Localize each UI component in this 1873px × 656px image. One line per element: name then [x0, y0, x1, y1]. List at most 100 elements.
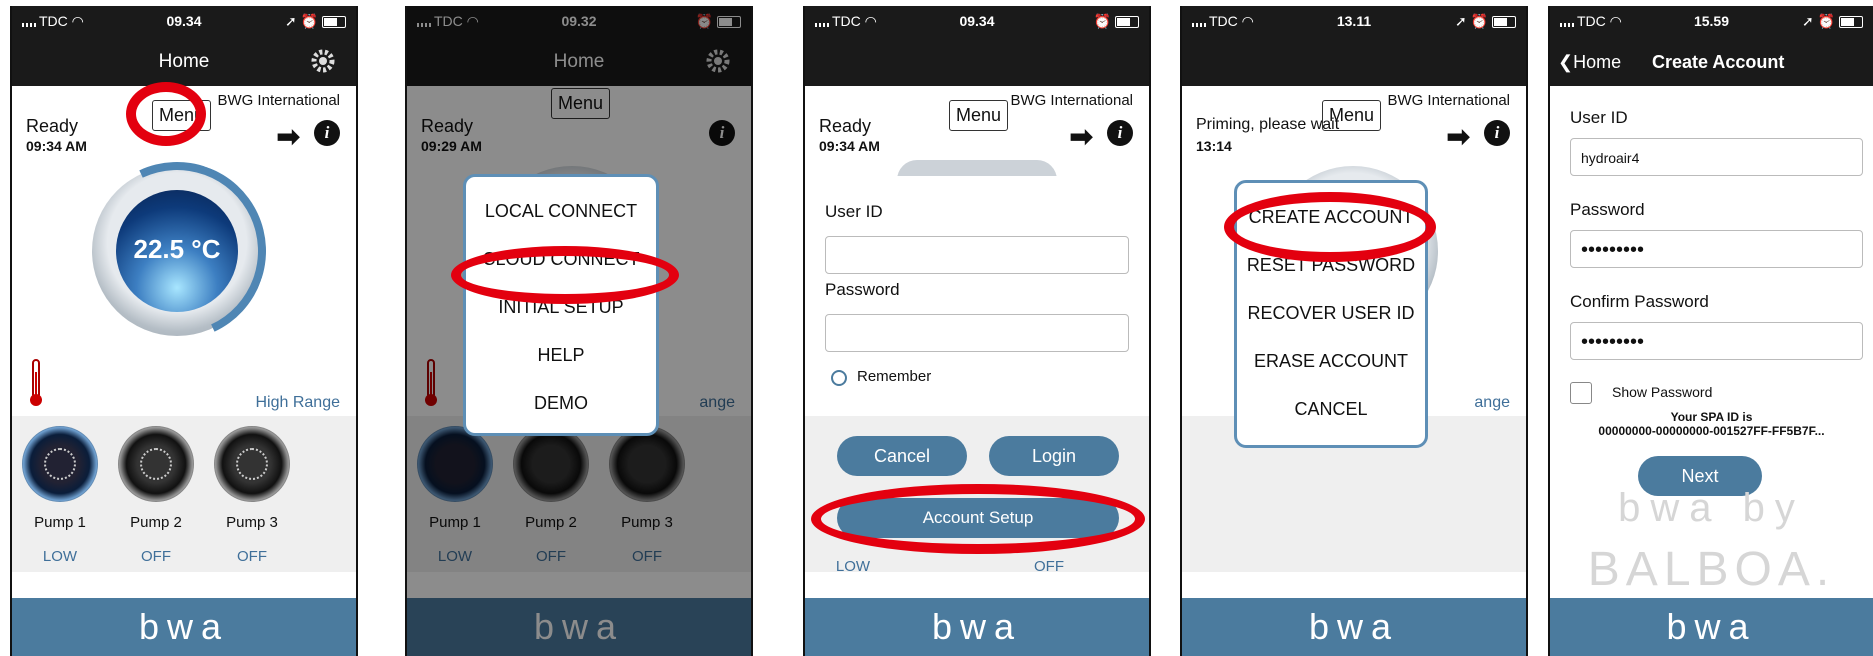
remember-radio[interactable]: [831, 370, 847, 386]
fan-icon: [44, 448, 76, 480]
fan-icon: [236, 448, 268, 480]
menu-item-help[interactable]: HELP: [466, 345, 656, 366]
arrow-right-icon[interactable]: ➡: [277, 120, 300, 153]
pump-panel: Pump 1 Pump 2 Pump 3 LOW OFF OFF: [12, 416, 356, 572]
phone-create-account: TDC ◠ 15.59 ➚ ⏰ ❮Home Create Account Use…: [1548, 6, 1873, 656]
user-id-label: User ID: [1570, 108, 1628, 127]
pump-label: Pump 3: [226, 514, 278, 531]
nav-bar: ❮Home Create Account: [1550, 38, 1873, 86]
location-icon: ➚: [1802, 13, 1814, 29]
pump-label: Pump 2: [130, 514, 182, 531]
range-label: ange: [1474, 394, 1510, 411]
cancel-button[interactable]: Cancel: [837, 436, 967, 476]
pump-label: Pump 1: [34, 514, 86, 531]
user-id-label: User ID: [825, 202, 883, 221]
page-title: Home: [158, 51, 210, 72]
ready-status: Ready: [819, 116, 872, 136]
range-label[interactable]: High Range: [256, 394, 341, 412]
gear-icon[interactable]: [308, 46, 338, 76]
menu-item-erase-account[interactable]: ERASE ACCOUNT: [1237, 351, 1425, 372]
connect-menu: LOCAL CONNECT CLOUD CONNECT INITIAL SETU…: [463, 174, 659, 436]
password-input[interactable]: •••••••••: [1570, 230, 1863, 268]
ready-time: 09:34 AM: [26, 138, 87, 154]
phone-home: TDC ◠ 09.34 ➚ ⏰ Home Ready 09:34 AM Menu…: [10, 6, 358, 656]
status-bar: TDC ◠ 13.11 ➚ ⏰: [1182, 6, 1526, 38]
phone-login: TDC ◠ 09.34 ⏰ Ready 09:34 AM Menu BWG In…: [803, 6, 1151, 656]
remember-label: Remember: [857, 368, 932, 385]
status-bar: TDC ◠ 15.59 ➚ ⏰: [1550, 6, 1873, 38]
menu-button[interactable]: Menu: [949, 100, 1009, 131]
watermark-bwa-by: bwa by: [1618, 486, 1805, 530]
menu-button[interactable]: Menu: [1322, 100, 1382, 131]
info-icon[interactable]: i: [314, 120, 340, 146]
show-password-checkbox[interactable]: [1570, 382, 1592, 404]
arrow-right-icon[interactable]: ➡: [1447, 120, 1470, 153]
phone-account-menu: TDC ◠ 13.11 ➚ ⏰ Priming, please wait 13:…: [1180, 6, 1528, 656]
location-icon: ➚: [285, 13, 297, 29]
page-title: Create Account: [1652, 52, 1785, 72]
confirm-password-label: Confirm Password: [1570, 292, 1709, 311]
location-icon: ➚: [1455, 13, 1467, 29]
user-id-input[interactable]: [825, 236, 1129, 274]
password-label: Password: [825, 280, 900, 299]
info-icon[interactable]: i: [1484, 120, 1510, 146]
thermometer-icon: [30, 359, 42, 406]
pump-state: LOW: [42, 548, 78, 565]
nav-bar: Home: [12, 38, 356, 86]
priming-status: Priming, please wait: [1196, 116, 1340, 133]
menu-item-local-connect[interactable]: LOCAL CONNECT: [466, 201, 656, 222]
pump-state: OFF: [141, 548, 171, 565]
arrow-right-icon[interactable]: ➡: [1070, 120, 1093, 153]
temperature-dial[interactable]: 22.5 °C: [62, 136, 292, 366]
confirm-password-input[interactable]: •••••••••: [1570, 322, 1863, 360]
bwg-label: BWG International: [1010, 92, 1133, 109]
status-bar: TDC ◠ 09.34 ⏰: [805, 6, 1149, 38]
footer-logo: bwa: [805, 598, 1149, 656]
alarm-icon: ⏰: [1470, 13, 1489, 29]
phone-menu-popup: TDC ◠ 09.32 ⏰ Home Ready 09:29 AM Menu i…: [405, 6, 753, 656]
password-label: Password: [1570, 200, 1645, 219]
login-button[interactable]: Login: [989, 436, 1119, 476]
footer-logo: bwa: [1550, 598, 1873, 656]
pump-state: OFF: [237, 548, 267, 565]
watermark-balboa: BALBOA.: [1587, 543, 1836, 596]
spa-id-value: 00000000-00000000-001527FF-FF5B7F...: [1598, 424, 1825, 438]
temperature-value: 22.5 °C: [133, 234, 221, 264]
highlight-ring-create-account: [1224, 192, 1436, 262]
pump-state: LOW: [835, 558, 871, 575]
status-bar: TDC ◠ 09.34 ➚ ⏰: [12, 6, 356, 38]
user-id-input[interactable]: hydroair4: [1570, 138, 1863, 176]
battery-icon: [1492, 16, 1516, 29]
pump-state: OFF: [1034, 558, 1064, 575]
bwg-label: BWG International: [217, 92, 340, 109]
menu-item-recover-user-id[interactable]: RECOVER USER ID: [1237, 303, 1425, 324]
priming-time: 13:14: [1196, 138, 1232, 154]
back-button[interactable]: ❮Home: [1558, 38, 1621, 86]
fan-icon: [140, 448, 172, 480]
highlight-ring-account-setup: [811, 484, 1145, 554]
chevron-left-icon: ❮: [1558, 52, 1574, 72]
footer-logo: bwa: [1182, 598, 1526, 656]
ready-status: Ready: [26, 116, 79, 136]
show-password-label: Show Password: [1612, 384, 1713, 400]
alarm-icon: ⏰: [300, 13, 319, 29]
alarm-icon: ⏰: [1093, 13, 1112, 29]
password-input[interactable]: [825, 314, 1129, 352]
spa-id-title: Your SPA ID is: [1670, 410, 1753, 424]
highlight-ring-menu: [126, 82, 206, 146]
battery-icon: [322, 16, 346, 29]
alarm-icon: ⏰: [1817, 13, 1836, 29]
footer-logo: bwa: [12, 598, 356, 656]
info-icon[interactable]: i: [1107, 120, 1133, 146]
highlight-ring-cloud-connect: [451, 246, 679, 304]
pump-2-button[interactable]: [118, 426, 194, 502]
nav-bar: [1182, 38, 1526, 86]
battery-icon: [1839, 16, 1863, 29]
battery-icon: [1115, 16, 1139, 29]
pump-1-button[interactable]: [22, 426, 98, 502]
menu-item-cancel[interactable]: CANCEL: [1237, 399, 1425, 420]
bwg-label: BWG International: [1387, 92, 1510, 109]
menu-item-demo[interactable]: DEMO: [466, 393, 656, 414]
pump-3-button[interactable]: [214, 426, 290, 502]
nav-bar: [805, 38, 1149, 86]
